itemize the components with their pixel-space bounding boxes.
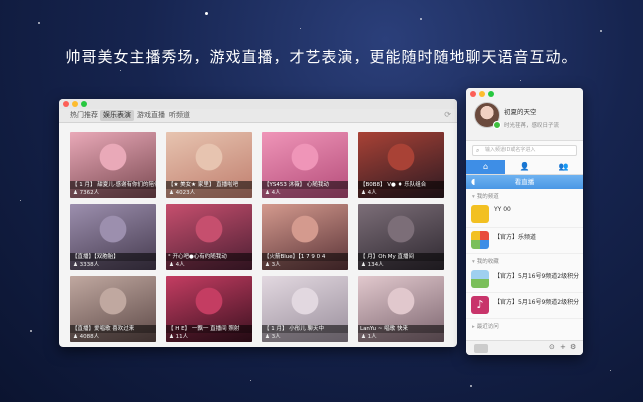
list-item[interactable]: 【官方】5月16号9频道2级积分 [466,267,583,293]
panel-tabs: ⌂ 👤 👥 [466,160,583,175]
viewer-count: ♟ 3338人 [70,261,156,270]
collapse-arrow-icon: ▾ [472,194,475,200]
stream-tile[interactable]: 【 1 月】 小彤儿 聊天中 ♟ 3人 [262,276,348,342]
section-recent[interactable]: ▸ 最近访问 [466,319,583,332]
item-title: 【官方】乐频道 [494,234,537,241]
viewer-count: ♟ 3人 [262,333,348,342]
item-title: YY 00 [494,206,511,213]
collapse-arrow-icon: ▾ [472,259,475,265]
panel-footer: ⊙ + ⚙ [466,340,583,355]
banner-label: 看直播 [514,178,535,186]
username: 初夏的天空 [504,108,537,116]
section-favorites[interactable]: ▾ 我的收藏 [466,254,583,267]
minimize-button[interactable] [72,101,78,107]
viewer-count: ♟ 134人 [358,261,444,270]
speaker-icon: ◖ [471,177,476,186]
stream-tile[interactable]: 【 月】Oh My 直播间 ♟ 134人 [358,204,444,270]
stream-tile[interactable]: 【B0B8】 V● ♦ 乐队组合 ♟ 4人 [358,132,444,198]
stream-title: 【★ 美女★ 家里】 直播啦吧 [166,181,252,189]
online-status-icon [493,121,501,129]
panel-close-button[interactable] [470,91,476,97]
stream-tile[interactable]: ° 开心吧●心有约随我动 ♟ 4人 [166,204,252,270]
stream-tile[interactable]: 【火箭Blue】【1 7 9 0 4 ♟ 3人 [262,204,348,270]
stream-tile[interactable]: 【★ 美女★ 家里】 直播啦吧 ♟ 4023人 [166,132,252,198]
list-item[interactable]: YY 00 [466,202,583,228]
stream-tile[interactable]: LanYu ~ 唱歌 快来 ♟ 1人 [358,276,444,342]
group-icon[interactable]: 👥 [544,160,583,174]
home-icon[interactable]: ⌂ [466,160,505,174]
viewer-count: ♟ 4088人 [70,333,156,342]
music-icon: ♪ [471,296,489,314]
landscape-icon [471,270,489,288]
title-bar [59,99,457,109]
watch-live-banner[interactable]: ◖ 看直播 [466,175,583,189]
panel-zoom-button[interactable] [488,91,494,97]
main-window: 热门推荐 娱乐表演 游戏直播 听频道 ⟳ 【 1 月】 甜夏儿·感谢有你们的陪伴… [59,99,457,347]
stream-title: 【直播】【双胞胎】 [70,253,156,261]
section-title: 最近访问 [476,324,499,330]
settings-icon[interactable]: ⚙ [570,343,576,351]
list-item[interactable]: ♪ 【官方】5月16号9频道2级积分 [466,293,583,319]
search-placeholder: 输入频道ID或名字进入 [485,147,536,153]
viewer-count: ♟ 1人 [358,333,444,342]
stream-tile[interactable]: 【 1 月】 甜夏儿·感谢有你们的陪伴 ♟ 7362人 [70,132,156,198]
stream-title: 【B0B8】 V● ♦ 乐队组合 [358,181,444,189]
section-my-channels[interactable]: ▾ 我的频道 [466,189,583,202]
viewer-count: ♟ 4人 [262,189,348,198]
viewer-count: ♟ 4023人 [166,189,252,198]
section-title: 我的频道 [476,194,499,200]
viewer-count: ♟ 3人 [262,261,348,270]
stream-title: 【YS453 沐薇】 心随我动 [262,181,348,189]
more-icon[interactable]: ⊙ [549,343,555,351]
item-title: 【官方】5月16号9频道2级积分 [494,299,580,306]
viewer-count: ♟ 11人 [166,333,252,342]
app-grid-icon [471,231,489,249]
section-title: 我的收藏 [476,259,499,265]
tab-entertainment[interactable]: 娱乐表演 [100,110,134,121]
viewer-count: ♟ 4人 [358,189,444,198]
bulb-icon [471,205,489,223]
stream-title: 【 1 月】 小彤儿 聊天中 [262,325,348,333]
close-button[interactable] [63,101,69,107]
stream-tile[interactable]: 【直播】【双胞胎】 ♟ 3338人 [70,204,156,270]
stream-tile[interactable]: 【YS453 沐薇】 心随我动 ♟ 4人 [262,132,348,198]
stream-title: ° 开心吧●心有约随我动 [166,253,252,261]
viewer-count: ♟ 7362人 [70,189,156,198]
tab-hot[interactable]: 热门推荐 [67,110,101,121]
refresh-icon[interactable]: ⟳ [444,110,451,119]
stream-title: 【火箭Blue】【1 7 9 0 4 [262,253,348,261]
tab-bar: 热门推荐 娱乐表演 游戏直播 听频道 ⟳ [59,109,457,123]
side-panel: 初夏的天空 时光荏苒，感叹日子流 ⌕ 输入频道ID或名字进入 ⌂ 👤 👥 ◖ 看… [466,88,583,355]
stream-tile[interactable]: 【直播】爱唱歌 喜欢过来 ♟ 4088人 [70,276,156,342]
zoom-button[interactable] [81,101,87,107]
signature[interactable]: 时光荏苒，感叹日子流 [504,121,559,129]
item-title: 【官方】5月16号9频道2级积分 [494,273,580,280]
profile-header: 初夏的天空 时光荏苒，感叹日子流 [466,88,583,141]
stream-title: 【直播】爱唱歌 喜欢过来 [70,325,156,333]
stream-title: 【 H E】 一飘一 直播间 照射 [166,325,252,333]
stream-title: 【 月】Oh My 直播间 [358,253,444,261]
tab-games[interactable]: 游戏直播 [134,110,168,121]
person-icon[interactable]: 👤 [505,160,544,174]
tab-listen[interactable]: 听频道 [166,110,193,121]
stream-tile[interactable]: 【 H E】 一飘一 直播间 照射 ♟ 11人 [166,276,252,342]
headline: 帅哥美女主播秀场，游戏直播，才艺表演，更能随时随地聊天语音互动。 [65,48,578,66]
list-item[interactable]: 【官方】乐频道 [466,228,583,254]
add-icon[interactable]: + [560,343,566,351]
search-icon: ⌕ [476,147,480,154]
panel-minimize-button[interactable] [479,91,485,97]
expand-arrow-icon: ▸ [472,324,475,330]
stream-title: LanYu ~ 唱歌 快来 [358,325,444,333]
user-card-icon[interactable] [474,344,488,353]
stream-title: 【 1 月】 甜夏儿·感谢有你们的陪伴 [70,181,156,189]
channel-search-input[interactable]: ⌕ 输入频道ID或名字进入 [472,145,577,156]
viewer-count: ♟ 4人 [166,261,252,270]
